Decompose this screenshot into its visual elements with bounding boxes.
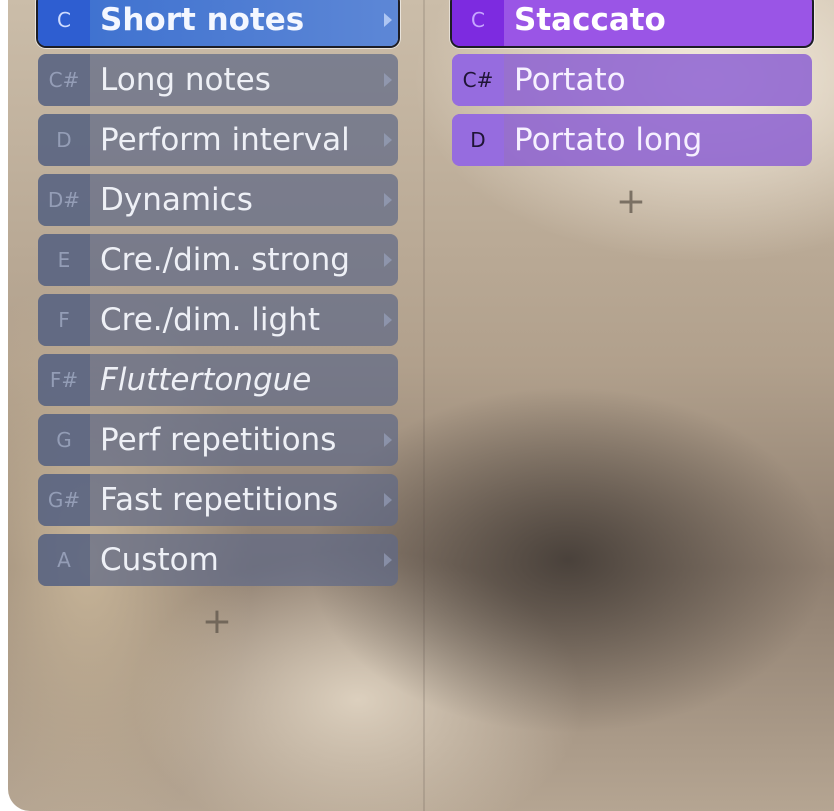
articulation-fluttertongue[interactable]: F# Fluttertongue: [38, 354, 398, 406]
articulation-set-dynamics[interactable]: D# Dynamics: [38, 174, 398, 226]
key-label: F#: [38, 354, 90, 406]
chevron-right-icon: [378, 174, 398, 226]
chevron-right-icon: [378, 474, 398, 526]
articulation-set-custom[interactable]: A Custom: [38, 534, 398, 586]
articulation-set-label: Cre./dim. light: [100, 302, 320, 338]
key-label: C: [38, 0, 90, 46]
key-label: E: [38, 234, 90, 286]
articulation-set-label: Long notes: [100, 62, 271, 98]
articulation-set-perf-repetitions[interactable]: G Perf repetitions: [38, 414, 398, 466]
articulation-set-long-notes[interactable]: C# Long notes: [38, 54, 398, 106]
articulation-set-label: Perf repetitions: [100, 422, 337, 458]
articulation-set-label: Cre./dim. strong: [100, 242, 350, 278]
key-label: C: [452, 0, 504, 46]
articulation-portato[interactable]: C# Portato: [452, 54, 812, 106]
articulation-set-cre-dim-strong[interactable]: E Cre./dim. strong: [38, 234, 398, 286]
articulation-label: Portato: [514, 62, 626, 98]
articulation-set-label: Custom: [100, 542, 219, 578]
key-label: G#: [38, 474, 90, 526]
chevron-right-icon: [378, 0, 398, 46]
articulation-set-perform-interval[interactable]: D Perform interval: [38, 114, 398, 166]
articulation-set-label: Dynamics: [100, 182, 253, 218]
articulation-label: Fluttertongue: [100, 362, 312, 398]
column-divider: [423, 0, 425, 811]
articulation-set-label: Fast repetitions: [100, 482, 339, 518]
key-label: D#: [38, 174, 90, 226]
articulation-set-label: Short notes: [100, 2, 305, 38]
articulation-panel: C Short notes C# Long notes D Perform in…: [8, 0, 834, 811]
key-label: G: [38, 414, 90, 466]
add-articulation-button[interactable]: +: [611, 181, 651, 222]
chevron-right-icon: [378, 294, 398, 346]
key-label: C#: [38, 54, 90, 106]
articulation-staccato[interactable]: C Staccato: [452, 0, 812, 46]
articulation-set-fast-repetitions[interactable]: G# Fast repetitions: [38, 474, 398, 526]
key-label: C#: [452, 54, 504, 106]
add-articulation-set-button[interactable]: +: [197, 601, 237, 642]
articulation-portato-long[interactable]: D Portato long: [452, 114, 812, 166]
key-label: D: [452, 114, 504, 166]
articulation-set-cre-dim-light[interactable]: F Cre./dim. light: [38, 294, 398, 346]
chevron-right-icon: [378, 234, 398, 286]
chevron-right-icon: [378, 54, 398, 106]
chevron-right-icon: [378, 114, 398, 166]
articulation-set-short-notes[interactable]: C Short notes: [38, 0, 398, 46]
key-label: D: [38, 114, 90, 166]
key-label: A: [38, 534, 90, 586]
articulation-set-label: Perform interval: [100, 122, 350, 158]
articulation-label: Staccato: [514, 2, 666, 38]
chevron-right-icon: [378, 414, 398, 466]
chevron-right-icon: [378, 534, 398, 586]
key-label: F: [38, 294, 90, 346]
articulation-label: Portato long: [514, 122, 703, 158]
